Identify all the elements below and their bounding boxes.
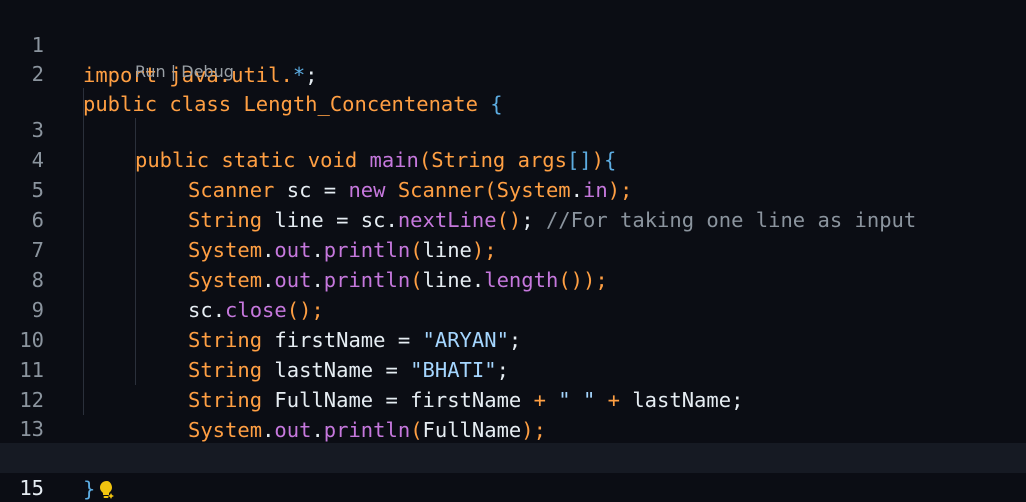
- debug-codelens-link[interactable]: Debug: [181, 62, 234, 81]
- code-token: }: [83, 477, 96, 501]
- code-text[interactable]: }: [83, 474, 118, 502]
- code-line[interactable]: 3 public static void main(String args[])…: [0, 85, 1026, 172]
- code-token: *: [292, 63, 306, 87]
- codelens: Run | Debug: [135, 60, 234, 84]
- code-line[interactable]: 2 public class Length_Concentenate {: [0, 29, 1026, 116]
- code-line[interactable]: 4 Scanner sc = new Scanner(System.in);: [0, 115, 1026, 202]
- code-line[interactable]: 9 String firstName = "ARYAN";: [0, 265, 1026, 352]
- run-codelens-link[interactable]: Run: [135, 62, 166, 81]
- code-line[interactable]: 1 import java.util.*;: [0, 0, 1026, 87]
- code-line[interactable]: 14 }: [0, 414, 1026, 501]
- code-editor[interactable]: 1 import java.util.*; 2 public class Len…: [0, 0, 1026, 502]
- code-line[interactable]: 11 String FullName = firstName + " " + l…: [0, 325, 1026, 412]
- code-line[interactable]: 12 System.out.println(FullName);: [0, 355, 1026, 442]
- code-line[interactable]: 13 }: [0, 384, 1026, 471]
- code-token: ;: [305, 63, 318, 87]
- lightbulb-autofix-icon[interactable]: [96, 479, 118, 501]
- line-number: 15: [19, 476, 44, 500]
- codelens-separator: |: [165, 62, 182, 81]
- code-line[interactable]: 5 String line = sc.nextLine(); //For tak…: [0, 145, 1026, 232]
- code-line[interactable]: 8 sc.close();: [0, 235, 1026, 322]
- code-line[interactable]: 6 System.out.println(line);: [0, 175, 1026, 262]
- code-line[interactable]: 10 String lastName = "BHATI";: [0, 295, 1026, 382]
- code-line-current[interactable]: 15: [0, 443, 1026, 500]
- code-line[interactable]: 7 System.out.println(line.length());: [0, 205, 1026, 292]
